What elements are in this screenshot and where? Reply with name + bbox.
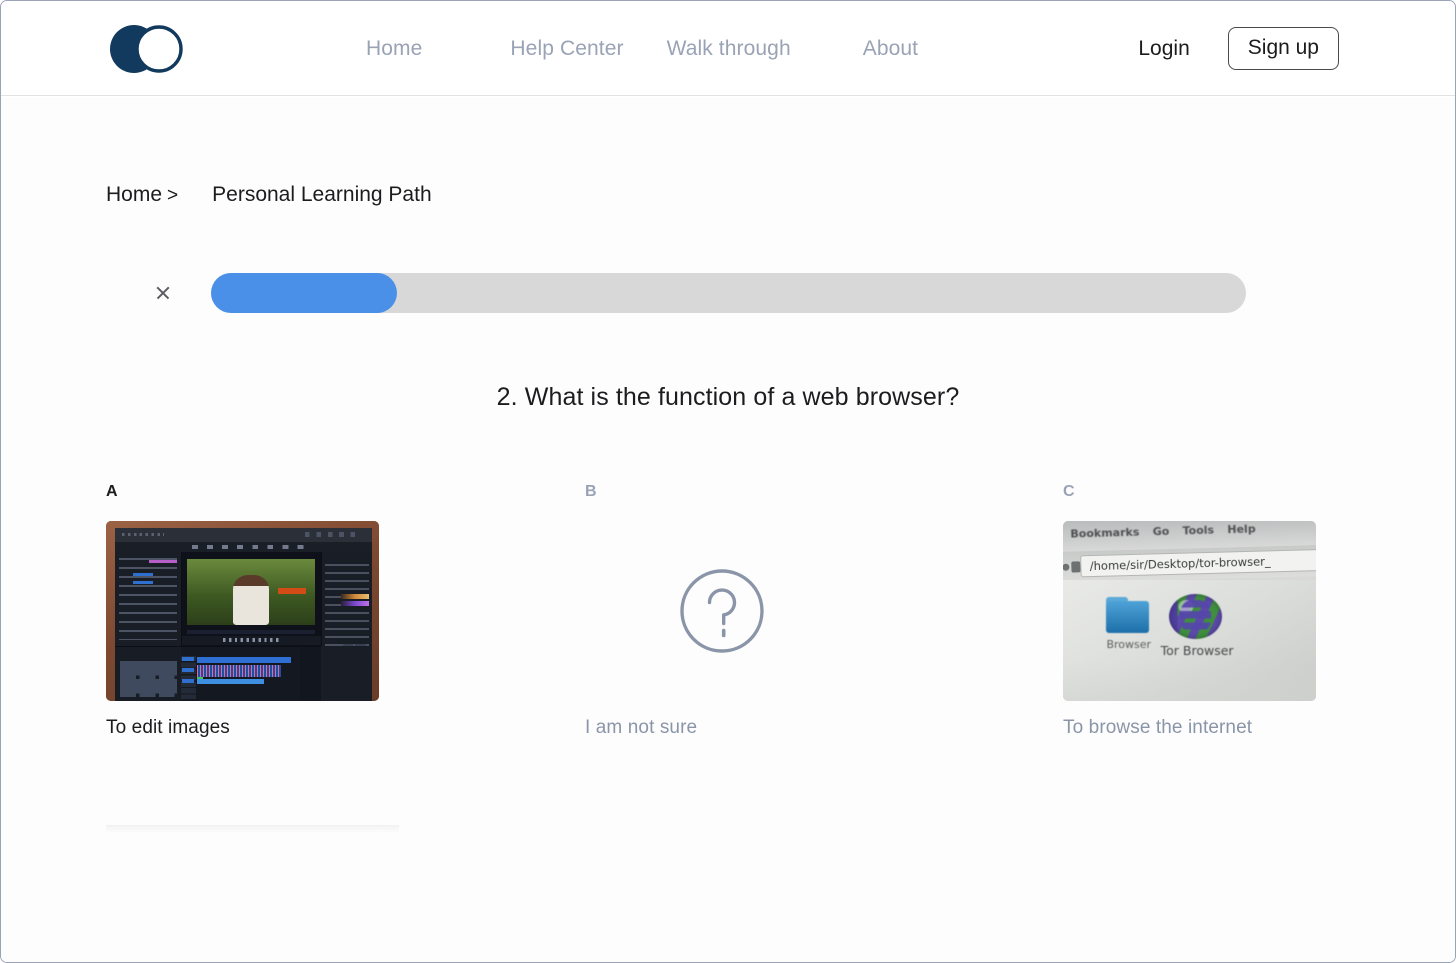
preview-toolbar <box>187 629 316 635</box>
video-overlay-text <box>278 587 307 594</box>
effects-highlight <box>149 559 177 564</box>
video-subject <box>233 574 270 626</box>
effects-rows <box>118 557 177 640</box>
timeline-clip-1 <box>197 657 291 664</box>
question-mark-icon <box>679 569 764 653</box>
menu-item-go: Go <box>1152 524 1170 539</box>
option-letter-b: B <box>585 483 597 500</box>
app-menubar <box>114 541 373 553</box>
file-listing-area: Browser Tor Browser <box>1063 580 1316 701</box>
option-letter-a: A <box>106 483 118 500</box>
answer-option-c[interactable]: C Bookmarks Go Tools Help /home/sir/Desk… <box>1063 483 1346 739</box>
option-a-divider <box>106 825 399 835</box>
lock-icon <box>1071 560 1081 572</box>
bin-thumbnails <box>120 660 177 697</box>
tor-desktop-photo: Bookmarks Go Tools Help /home/sir/Deskto… <box>1063 521 1316 701</box>
inspector-lower <box>320 645 373 701</box>
nav-item-home[interactable]: Home <box>366 37 422 61</box>
quiz-progress-row <box>106 263 1246 323</box>
browser-folder-icon <box>1106 597 1149 634</box>
breadcrumb-current: Personal Learning Path <box>212 183 432 206</box>
color-gradient-cool <box>341 601 369 607</box>
timeline-ruler <box>181 649 301 654</box>
progress-bar-track <box>211 273 1246 313</box>
menu-item-tools: Tools <box>1182 523 1215 538</box>
transport-icons <box>223 638 282 643</box>
photo-blur-overlay <box>1063 660 1316 701</box>
option-media-b[interactable] <box>585 521 1063 701</box>
brand-logo[interactable] <box>107 23 186 75</box>
main-nav: Home Help Center Walk through About <box>366 1 918 96</box>
question-mark-wrapper <box>585 521 858 701</box>
nav-item-about[interactable]: About <box>863 37 918 61</box>
address-bar-row: /home/sir/Desktop/tor-browser_ <box>1063 544 1316 583</box>
timeline-track-controls <box>181 657 194 684</box>
option-text-a: To edit images <box>106 717 230 738</box>
transport-controls <box>181 636 321 645</box>
option-letter-c: C <box>1063 483 1075 500</box>
video-editing-software-image[interactable] <box>106 521 379 701</box>
answer-options: A To edit images B I am not sure C Bookm… <box>106 483 1346 739</box>
option-media-a[interactable] <box>106 521 585 701</box>
tor-browser-globe-icon <box>1169 593 1223 640</box>
video-editor-photo <box>106 521 379 701</box>
breadcrumb-separator-icon: > <box>167 185 179 206</box>
lower-panels <box>114 645 321 701</box>
effects-panel <box>114 552 182 646</box>
tor-browser-image[interactable]: Bookmarks Go Tools Help /home/sir/Deskto… <box>1063 521 1316 701</box>
login-link[interactable]: Login <box>1138 37 1189 61</box>
preview-panel <box>181 552 321 646</box>
video-frame <box>187 558 316 626</box>
project-bin <box>114 646 181 701</box>
answer-option-a[interactable]: A To edit images <box>106 483 585 739</box>
site-header: Home Help Center Walk through About Logi… <box>1 1 1455 96</box>
inspector-rows <box>324 563 370 651</box>
address-field: /home/sir/Desktop/tor-browser_ <box>1080 547 1316 578</box>
effects-sliders <box>133 572 153 588</box>
app-page: Home Help Center Walk through About Logi… <box>0 0 1456 963</box>
brand-logo-icon <box>110 25 183 73</box>
folder-body <box>1106 601 1149 634</box>
close-icon[interactable] <box>148 278 178 308</box>
option-media-c[interactable]: Bookmarks Go Tools Help /home/sir/Deskto… <box>1063 521 1346 701</box>
timeline-clip-3 <box>197 678 265 684</box>
signup-button[interactable]: Sign up <box>1227 27 1339 70</box>
header-actions: Login Sign up <box>1138 1 1339 96</box>
menu-item-help: Help <box>1227 522 1256 537</box>
timeline-panel <box>180 646 301 701</box>
nav-item-walkthrough[interactable]: Walk through <box>667 37 791 61</box>
laptop-screen <box>114 527 373 701</box>
app-titlebar <box>114 527 373 542</box>
progress-bar-fill <box>211 273 398 313</box>
breadcrumb-home[interactable]: Home <box>106 183 162 207</box>
globe-band <box>1179 600 1211 634</box>
page-content: Home > Personal Learning Path 2. What is… <box>1 97 1455 962</box>
option-text-b: I am not sure <box>585 717 698 738</box>
breadcrumb: Home > Personal Learning Path <box>106 183 432 207</box>
timeline-clip-audio <box>197 665 282 678</box>
titlebar-right-icons <box>305 531 363 537</box>
menubar-items <box>192 544 309 549</box>
menubar-labels: Bookmarks Go Tools Help <box>1063 521 1316 545</box>
question-text: 2. What is the function of a web browser… <box>496 383 960 411</box>
answer-option-b[interactable]: B I am not sure <box>585 483 1063 739</box>
nav-item-help-center[interactable]: Help Center <box>510 37 623 61</box>
titlebar-controls-icon <box>122 532 164 537</box>
tor-browser-label: Tor Browser <box>1160 643 1234 659</box>
back-arrow-icon <box>1063 563 1070 571</box>
color-gradient-warm <box>341 593 369 599</box>
option-text-c: To browse the internet <box>1063 717 1253 738</box>
menu-item-bookmarks: Bookmarks <box>1070 525 1140 541</box>
